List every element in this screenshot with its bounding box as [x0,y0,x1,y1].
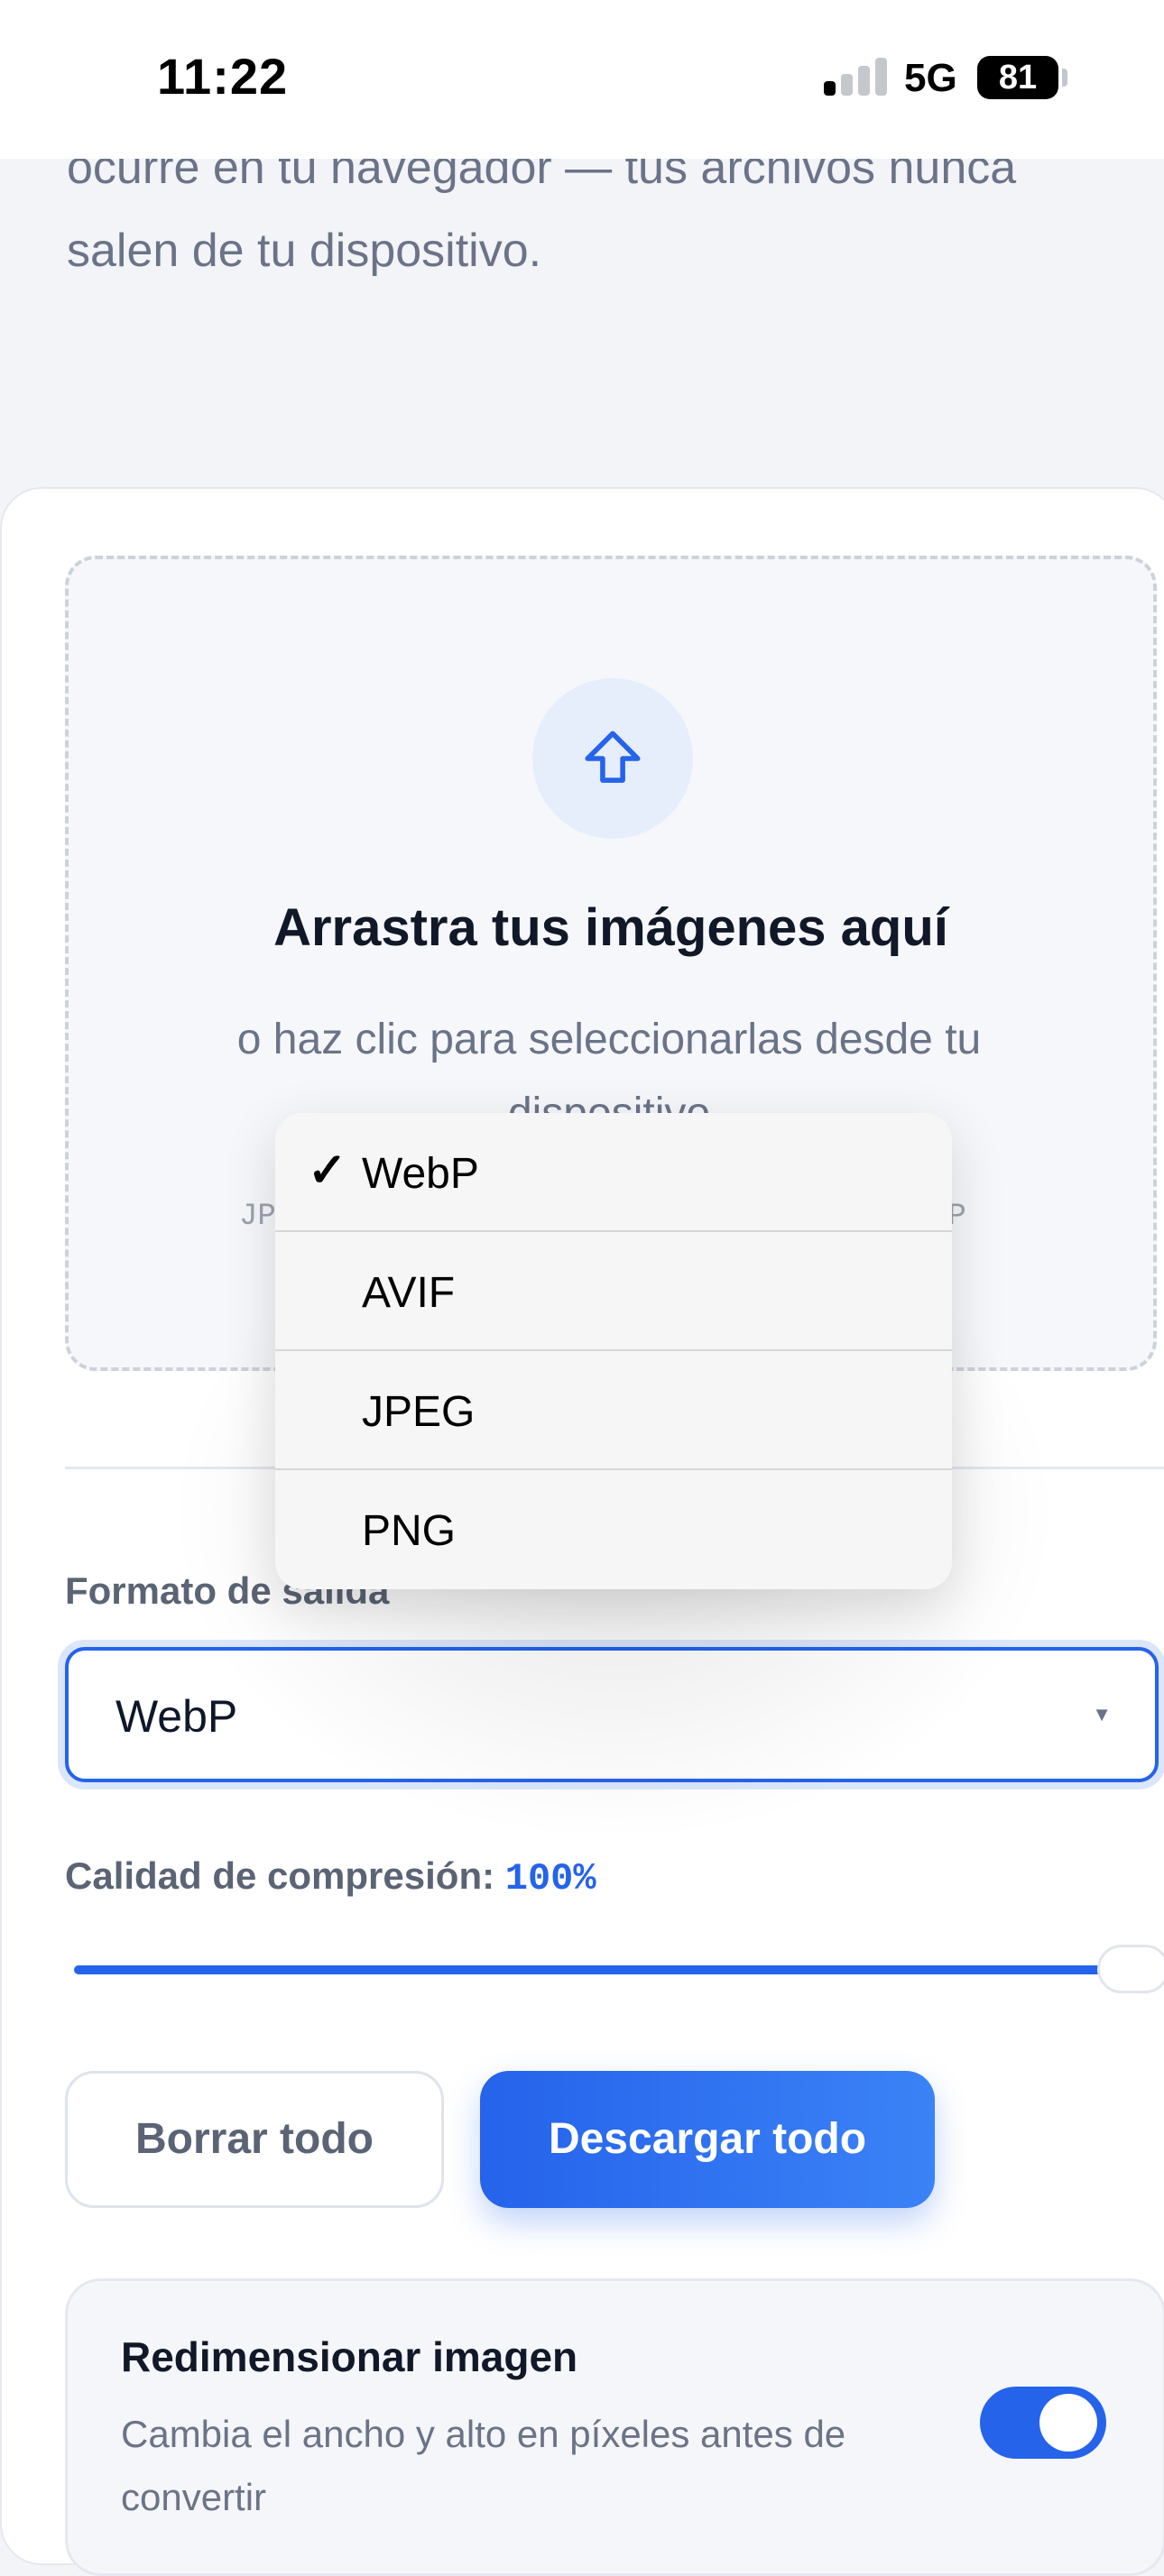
menu-option-jpeg[interactable]: JPEG [275,1351,952,1470]
resize-title: Redimensionar imagen [121,2333,578,2380]
dropzone-title: Arrastra tus imágenes aquí [273,898,948,957]
status-time: 11:22 [157,48,289,105]
network-type: 5G [904,56,957,100]
cellular-signal-icon [824,58,887,96]
status-bar: 11:22 5G 81 [0,0,1164,159]
resize-description: Cambia el ancho y alto en píxeles antes … [121,2413,846,2518]
battery-level: 81 [998,59,1038,97]
menu-option-png[interactable]: PNG [275,1470,952,1589]
output-format-value: WebP [115,1691,238,1742]
menu-option-label: JPEG [362,1388,476,1436]
clear-all-button[interactable]: Borrar todo [65,2071,444,2208]
chevron-down-icon: ▼ [1092,1703,1112,1725]
menu-option-label: WebP [362,1150,479,1198]
output-format-select[interactable]: WebP ▼ [65,1647,1159,1782]
supported-formats-left: JP [239,1200,276,1234]
menu-option-webp[interactable]: ✓ WebP [275,1113,952,1232]
toggle-knob [1039,2394,1097,2452]
menu-option-label: AVIF [362,1269,456,1317]
quality-slider-track[interactable] [74,1965,1148,1974]
battery-icon: 81 [977,56,1058,99]
checkmark-icon: ✓ [308,1145,347,1197]
menu-option-label: PNG [362,1507,457,1555]
quality-value: 100% [504,1857,596,1900]
format-dropdown-menu: ✓ WebP AVIF JPEG PNG [275,1113,952,1589]
quality-label-text: Calidad de compresión: [65,1854,495,1897]
quality-label: Calidad de compresión: 100% [65,1854,596,1900]
resize-toggle[interactable] [980,2387,1106,2459]
quality-slider-thumb[interactable] [1097,1945,1164,1993]
upload-arrow-icon [585,731,641,783]
menu-option-avif[interactable]: AVIF [275,1232,952,1351]
upload-icon-container [532,678,693,839]
download-all-button[interactable]: Descargar todo [480,2071,935,2208]
battery-nub [1062,69,1067,87]
